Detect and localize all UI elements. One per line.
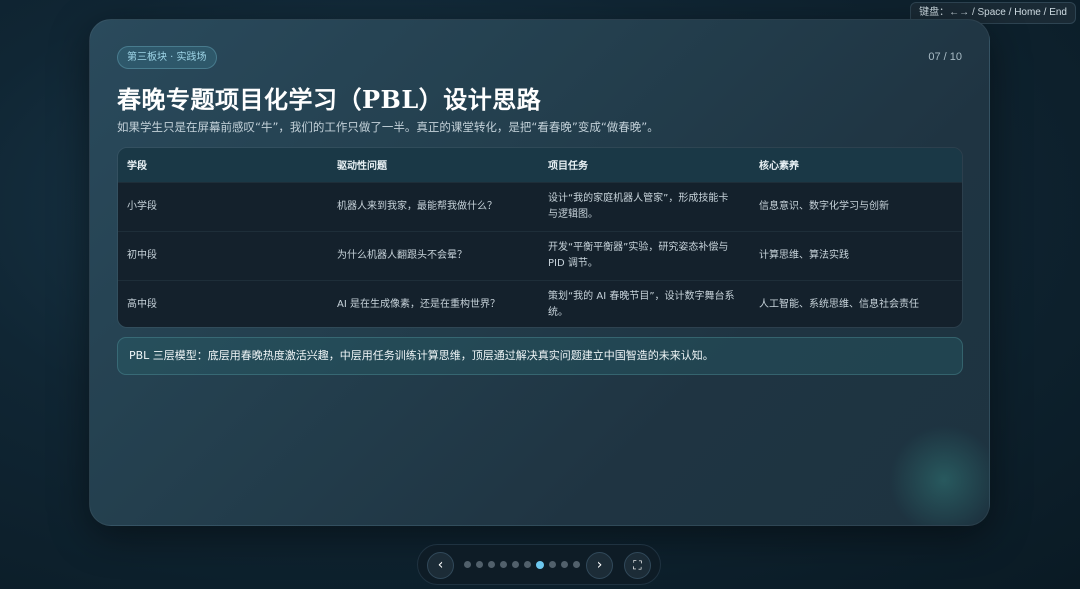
cell-question: AI 是在生成像素，还是在重构世界？ [337,298,500,310]
cell-literacy: 人工智能、系统思维、信息社会责任 [759,298,919,310]
slide-dot[interactable] [561,561,568,568]
fullscreen-icon: ⛶ [633,558,642,572]
table-row: 高中段 AI 是在生成像素，还是在重构世界？ 策划“我的 AI 春晚节目”，设计… [118,280,962,327]
cell-literacy: 信息意识、数字化学习与创新 [759,200,889,212]
header-core-literacy: 核心素养 [759,161,799,173]
cell-task: 开发“平衡平衡器”实验，研究姿态补偿与 PID 调节。 [548,241,729,269]
prev-slide-button[interactable]: ‹ [427,552,454,579]
cell-stage: 初中段 [127,249,157,261]
table-header-row: 学段 驱动性问题 项目任务 核心素养 [118,148,962,182]
cell-task: 策划“我的 AI 春晚节目”，设计数字舞台系统。 [548,290,735,318]
cell-literacy: 计算思维、算法实践 [759,249,849,261]
slide-dot[interactable] [500,561,507,568]
fullscreen-button[interactable]: ⛶ [624,552,651,579]
table-row: 初中段 为什么机器人翻跟头不会晕？ 开发“平衡平衡器”实验，研究姿态补偿与 PI… [118,231,962,280]
slide-dot[interactable] [464,561,471,568]
cell-question: 机器人来到我家，最能帮我做什么？ [337,200,497,212]
cell-question: 为什么机器人翻跟头不会晕？ [337,249,467,261]
header-project-task: 项目任务 [548,161,588,173]
next-slide-button[interactable]: › [586,552,613,579]
slide-subtitle: 如果学生只是在屏幕前感叹“牛”，我们的工作只做了一半。真正的课堂转化，是把“看春… [117,120,659,134]
header-driving-question: 驱动性问题 [337,161,387,173]
slide-dot[interactable] [524,561,531,568]
decorative-glow [889,425,989,525]
table-row: 小学段 机器人来到我家，最能帮我做什么？ 设计“我的家庭机器人管家”，形成技能卡… [118,182,962,231]
header-stage: 学段 [127,161,147,173]
pbl-table: 学段 驱动性问题 项目任务 核心素养 小学段 机器人来到我家，最能帮我做什么？ … [117,147,963,328]
slide-dot[interactable] [512,561,519,568]
slide-dot[interactable] [476,561,483,568]
slide-title: 春晚专题项目化学习（PBL）设计思路 [117,85,542,114]
section-tag: 第三板块 · 实践场 [117,46,217,69]
slide-dot[interactable] [488,561,495,568]
page-number: 07 / 10 [928,51,962,63]
pbl-model-callout: PBL 三层模型：底层用春晚热度激活兴趣，中层用任务训练计算思维，顶层通过解决真… [117,337,963,375]
slide-dot[interactable] [549,561,556,568]
cell-stage: 小学段 [127,200,157,212]
slide-dot[interactable] [573,561,580,568]
slide-card: 第三板块 · 实践场 07 / 10 春晚专题项目化学习（PBL）设计思路 如果… [89,19,990,526]
cell-stage: 高中段 [127,298,157,310]
slide-navigation: ‹ › ⛶ [417,544,661,585]
cell-task: 设计“我的家庭机器人管家”，形成技能卡与逻辑图。 [548,192,729,220]
slide-dot-active[interactable] [536,560,544,569]
